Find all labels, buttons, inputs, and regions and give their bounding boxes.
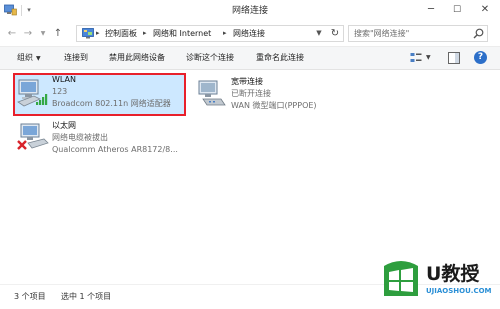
rename-connection-button[interactable]: 重命名此连接 — [256, 47, 304, 69]
breadcrumb-separator[interactable]: ▸ — [96, 26, 100, 41]
search-icon[interactable] — [473, 28, 484, 39]
organize-menu[interactable]: 组织 ▼ — [17, 47, 41, 69]
connection-device: Qualcomm Atheros AR8172/8... — [52, 145, 178, 154]
breadcrumb-network-connections[interactable]: 网络连接 — [233, 26, 265, 41]
item-count: 3 个项目 — [14, 292, 46, 301]
connection-item-broadband[interactable]: 宽带连接 已断开连接 WAN 微型端口(PPPOE) — [192, 75, 352, 117]
up-button[interactable]: ↑ — [52, 27, 64, 41]
selected-count: 选中 1 个项目 — [61, 292, 112, 301]
organize-label: 组织 — [17, 53, 33, 62]
watermark-logo-icon — [384, 261, 418, 296]
recent-locations-button[interactable]: ▼ — [38, 27, 48, 41]
change-view-icon[interactable] — [410, 52, 422, 64]
breadcrumb-separator[interactable]: ▸ — [223, 26, 227, 41]
address-dropdown-icon[interactable]: ▼ — [311, 26, 327, 41]
watermark: U教授 UJIAOSHOU.COM — [376, 254, 500, 309]
breadcrumb-control-panel[interactable]: 控制面板 — [105, 26, 137, 41]
address-bar-row: ← → ▼ ↑ ▸ 控制面板 ▸ 网络和 Internet ▸ 网络连接 ▼ ↻… — [0, 22, 500, 46]
watermark-brand: U教授 — [426, 263, 480, 285]
connection-name: 宽带连接 — [231, 77, 263, 86]
connection-name: WLAN — [52, 75, 77, 84]
command-toolbar: 组织 ▼ 连接到 禁用此网络设备 诊断这个连接 重命名此连接 ▼ ? — [0, 46, 500, 70]
wifi-adapter-icon — [17, 79, 48, 107]
connection-status: 已断开连接 — [231, 89, 271, 98]
maximize-button[interactable]: ☐ — [444, 0, 470, 20]
address-box[interactable]: ▸ 控制面板 ▸ 网络和 Internet ▸ 网络连接 ▼ ↻ — [76, 25, 344, 42]
breadcrumb-network-internet[interactable]: 网络和 Internet — [153, 26, 211, 41]
forward-button[interactable]: → — [22, 27, 34, 41]
search-input[interactable]: 搜索"网络连接" — [354, 26, 409, 41]
help-icon[interactable]: ? — [474, 51, 487, 64]
connection-name: 以太网 — [52, 121, 76, 130]
connection-item-wlan[interactable]: WLAN 123 Broadcom 802.11n 网络适配器 — [13, 73, 186, 116]
breadcrumb-separator[interactable]: ▸ — [143, 26, 147, 41]
connection-device: Broadcom 802.11n 网络适配器 — [52, 99, 171, 108]
back-button[interactable]: ← — [6, 27, 18, 41]
ethernet-disconnected-icon — [17, 123, 49, 150]
search-box[interactable]: 搜索"网络连接" — [348, 25, 488, 42]
broadband-modem-icon — [198, 80, 226, 106]
view-options-dropdown-icon[interactable]: ▼ — [426, 52, 434, 64]
connect-to-button[interactable]: 连接到 — [64, 47, 88, 69]
connection-status: 123 — [52, 87, 68, 96]
connections-list: WLAN 123 Broadcom 802.11n 网络适配器 宽带连接 已断开… — [0, 70, 500, 284]
preview-pane-icon[interactable] — [448, 52, 460, 64]
connection-device: WAN 微型端口(PPPOE) — [231, 101, 317, 110]
refresh-icon[interactable]: ↻ — [327, 26, 343, 41]
disable-device-button[interactable]: 禁用此网络设备 — [109, 47, 165, 69]
control-panel-icon — [82, 28, 94, 39]
connection-status: 网络电缆被拔出 — [52, 133, 108, 142]
watermark-url: UJIAOSHOU.COM — [426, 287, 492, 295]
title-bar: ▾ 网络连接 ─ ☐ ✕ — [0, 0, 500, 22]
diagnose-connection-button[interactable]: 诊断这个连接 — [186, 47, 234, 69]
minimize-button[interactable]: ─ — [418, 0, 444, 20]
close-button[interactable]: ✕ — [470, 0, 500, 20]
connection-item-ethernet[interactable]: 以太网 网络电缆被拔出 Qualcomm Atheros AR8172/8... — [13, 119, 186, 161]
chevron-down-icon: ▼ — [36, 55, 41, 62]
